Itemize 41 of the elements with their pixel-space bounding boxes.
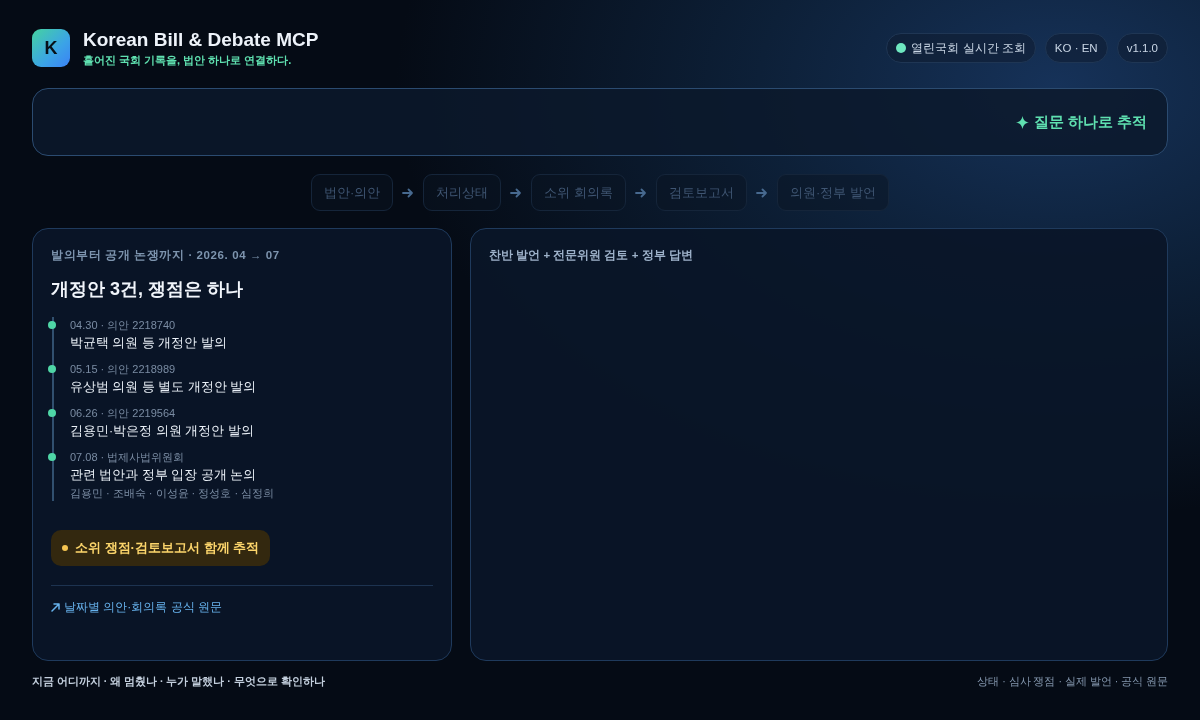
event-meta: 07.08 · 법제사법위원회 [70, 450, 186, 465]
footer-questions: 지금 어디까지 · 왜 멈췄나 · 누가 말했나 · 무엇으로 확인하나 [32, 675, 325, 689]
event-title: 김용민·박은정 의원 개정안 발의 [70, 423, 255, 440]
event-title: 박균택 의원 등 개정안 발의 [70, 335, 228, 352]
event-title: 관련 법안과 정부 입장 공개 논의 [70, 467, 258, 484]
status-label: 열린국회 실시간 조회 [911, 40, 1026, 56]
source-link[interactable]: 날짜별 의안·회의록 공식 원문 [51, 598, 222, 616]
badge-dot-icon [62, 545, 68, 551]
timeline-dot-icon [48, 409, 56, 417]
card-title: 개정안 3건, 쟁점은 하나 [51, 278, 244, 301]
badge-label: 소위 쟁점·검토보고서 함께 추적 [75, 539, 260, 557]
step-chip: 검토보고서 [656, 174, 747, 211]
status-dot-icon [896, 43, 907, 53]
arrow-right-icon [510, 187, 523, 198]
card-eyebrow: 발의부터 공개 논쟁까지 · 2026. 04 → 07 [51, 248, 281, 263]
query-field[interactable]: 질문 하나로 추적 [32, 88, 1168, 156]
step-chip: 법안·의안 [311, 174, 394, 211]
arrow-right-icon [635, 187, 647, 198]
info-pill: v1.1.0 [1116, 33, 1168, 63]
footer-topics: 상태 · 심사 쟁점 · 실제 발언 · 공식 원문 [977, 675, 1168, 689]
step-chip: 의원·정부 발언 [777, 174, 889, 211]
sparkle-icon [1015, 115, 1029, 129]
event-title: 유상범 의원 등 별도 개정안 발의 [70, 379, 258, 396]
app-title: Korean Bill & Debate MCP [83, 28, 319, 52]
event-meta: 05.15 · 의안 2218989 [70, 362, 177, 377]
external-link-icon [51, 602, 60, 612]
track-button[interactable]: 질문 하나로 추적 [1015, 108, 1147, 136]
logo: K [32, 29, 70, 67]
arrow-right-icon [756, 187, 768, 198]
event-meta: 06.26 · 의안 2219564 [70, 406, 177, 421]
tagline: 흩어진 국회 기록을, 법안 하나로 연결하다. [83, 53, 293, 68]
info-pill: KO · EN [1044, 33, 1108, 63]
timeline-dot-icon [48, 365, 56, 373]
arrow-right-icon [402, 187, 415, 198]
timeline-dot-icon [48, 453, 56, 461]
panel-heading: 찬반 발언 + 전문위원 검토 + 정부 답변 [489, 248, 694, 263]
event-meta: 04.30 · 의안 2218740 [70, 318, 177, 333]
step-chip: 소위 회의록 [531, 174, 626, 211]
step-chip: 처리상태 [423, 174, 502, 211]
event-people: 김용민 · 조배숙 · 이성윤 · 정성호 · 심정희 [70, 486, 276, 501]
timeline-dot-icon [48, 321, 56, 329]
